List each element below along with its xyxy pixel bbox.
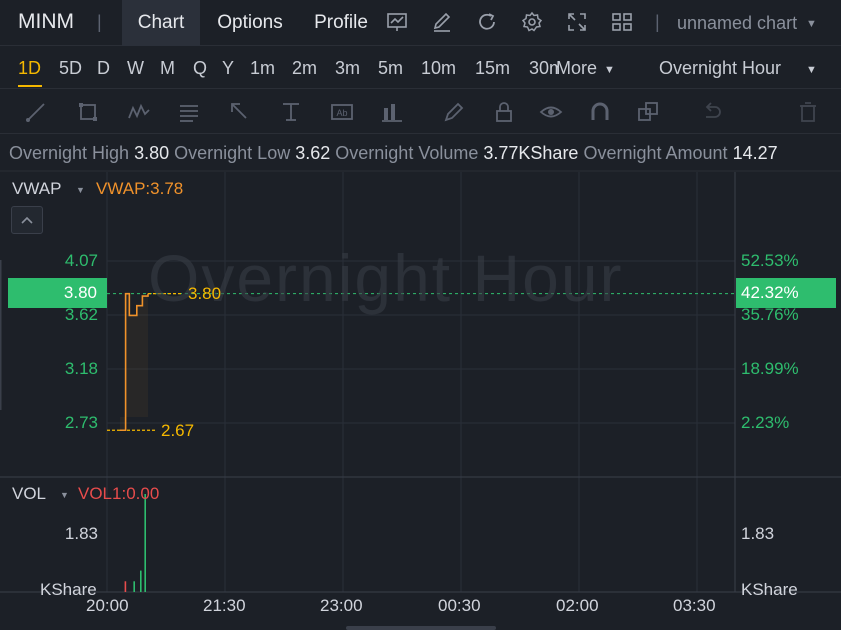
tab-options[interactable]: Options <box>205 0 295 46</box>
overnight-volume-value: 3.77KShare <box>483 143 579 163</box>
volume-indicator-value: VOL1:0.00 <box>78 484 160 503</box>
volume-bar <box>144 494 146 592</box>
time-axis-label: 21:30 <box>203 596 246 615</box>
period-2m[interactable]: 2m <box>292 58 317 79</box>
overnight-volume-label: Overnight Volume <box>335 143 479 163</box>
chevron-down-icon[interactable]: ▼ <box>806 18 817 30</box>
period-m[interactable]: M <box>160 58 175 79</box>
undo-icon[interactable] <box>700 100 724 124</box>
overnight-amount-value: 14.27 <box>732 143 778 163</box>
low-marker-label: 2.67 <box>161 421 195 440</box>
period-5d[interactable]: 5D <box>59 58 82 79</box>
chevron-down-icon[interactable]: ▼ <box>76 185 85 195</box>
price-axis-label: 2.73 <box>64 413 98 432</box>
volume-indicator-label[interactable]: VOL <box>12 484 46 504</box>
overnight-low-value: 3.62 <box>295 143 331 163</box>
time-axis-label: 00:30 <box>438 596 481 615</box>
period-w[interactable]: W <box>127 58 144 79</box>
arrow-icon[interactable] <box>228 100 252 124</box>
period-1m[interactable]: 1m <box>250 58 275 79</box>
grid-layout-icon[interactable] <box>611 11 633 33</box>
eye-icon[interactable] <box>539 100 563 124</box>
brush-icon[interactable] <box>442 100 466 124</box>
current-price-tag: 3.80 <box>8 278 107 308</box>
drawing-toolbar: Ab <box>0 90 841 134</box>
more-periods-button[interactable]: More <box>556 58 597 79</box>
volume-axis-label: 1.83 <box>64 524 98 543</box>
edit-icon[interactable] <box>431 11 453 33</box>
period-d[interactable]: D <box>97 58 110 79</box>
collapse-button[interactable] <box>11 206 43 234</box>
vwap-indicator-value: VWAP:3.78 <box>96 179 184 198</box>
period-5m[interactable]: 5m <box>378 58 403 79</box>
top-bar: MINM | Chart Options Profile | unnamed c… <box>0 0 841 46</box>
svg-text:Ab: Ab <box>336 108 347 118</box>
fullscreen-icon[interactable] <box>566 11 588 33</box>
percent-axis-label: 35.76% <box>741 305 799 324</box>
period-bar: 1D 5D D W M Q Y 1m 2m 3m 5m 10m 15m 30m … <box>0 47 841 89</box>
chart-name-select[interactable]: unnamed chart <box>677 13 797 34</box>
price-axis-label: 3.62 <box>64 305 98 324</box>
period-10m[interactable]: 10m <box>421 58 456 79</box>
period-3m[interactable]: 3m <box>335 58 360 79</box>
period-1d[interactable]: 1D <box>18 58 41 79</box>
rectangle-icon[interactable] <box>76 100 100 124</box>
percent-axis-label: 2.23% <box>741 413 790 432</box>
percent-axis-label: 52.53% <box>741 251 799 270</box>
period-15m[interactable]: 15m <box>475 58 510 79</box>
chart-scrollbar[interactable] <box>346 626 496 630</box>
lock-icon[interactable] <box>492 100 516 124</box>
overnight-low-label: Overnight Low <box>174 143 291 163</box>
price-axis-label: 3.18 <box>64 359 98 378</box>
chevron-up-icon <box>21 216 33 224</box>
session-watermark: Overnight Hour <box>148 241 624 315</box>
overnight-high-label: Overnight High <box>9 143 130 163</box>
volume-axis-label: 1.83 <box>741 524 775 543</box>
trendline-icon[interactable] <box>24 100 48 124</box>
line-chart-icon[interactable] <box>386 11 408 33</box>
pattern-icon[interactable] <box>127 100 151 124</box>
magnet-icon[interactable] <box>588 100 612 124</box>
tab-chart[interactable]: Chart <box>122 0 200 46</box>
session-select[interactable]: Overnight Hour <box>659 58 781 79</box>
trash-icon[interactable] <box>796 100 820 124</box>
time-axis-label: 20:00 <box>86 596 129 615</box>
high-marker-label: 3.80 <box>188 284 222 303</box>
volume-unit-label: KShare <box>741 580 798 599</box>
volume-bar <box>140 570 142 592</box>
time-axis-label: 23:00 <box>320 596 363 615</box>
percent-axis-label: 18.99% <box>741 359 799 378</box>
session-stats: Overnight High 3.80 Overnight Low 3.62 O… <box>9 143 841 164</box>
refresh-icon[interactable] <box>476 11 498 33</box>
volume-bar <box>133 581 135 592</box>
layers-icon[interactable] <box>636 100 660 124</box>
volume-series <box>124 494 146 592</box>
price-chart[interactable] <box>0 170 841 630</box>
time-axis-label: 03:30 <box>673 596 716 615</box>
measure-icon[interactable] <box>380 100 404 124</box>
vwap-area <box>120 293 148 431</box>
active-period-indicator <box>18 85 42 87</box>
time-axis-label: 02:00 <box>556 596 599 615</box>
overnight-amount-label: Overnight Amount <box>583 143 728 163</box>
chevron-down-icon[interactable]: ▼ <box>60 490 69 500</box>
fibonacci-icon[interactable] <box>177 100 201 124</box>
separator: | <box>97 12 102 32</box>
period-q[interactable]: Q <box>193 58 207 79</box>
price-axis-label: 4.07 <box>64 251 98 270</box>
text-box-icon[interactable]: Ab <box>330 100 354 124</box>
text-cursor-icon[interactable] <box>279 100 303 124</box>
current-percent-tag: 42.32% <box>736 278 836 308</box>
chevron-down-icon[interactable]: ▼ <box>604 64 615 76</box>
settings-icon[interactable] <box>521 11 543 33</box>
vwap-indicator-label[interactable]: VWAP <box>12 179 61 199</box>
period-30m[interactable]: 30m <box>529 58 559 79</box>
period-y[interactable]: Y <box>222 58 234 79</box>
ticker-symbol: MINM <box>18 10 74 33</box>
separator: | <box>655 12 660 32</box>
overnight-high-value: 3.80 <box>134 143 170 163</box>
tab-profile[interactable]: Profile <box>305 0 377 46</box>
chevron-down-icon[interactable]: ▼ <box>806 64 817 76</box>
volume-bar <box>124 581 127 592</box>
